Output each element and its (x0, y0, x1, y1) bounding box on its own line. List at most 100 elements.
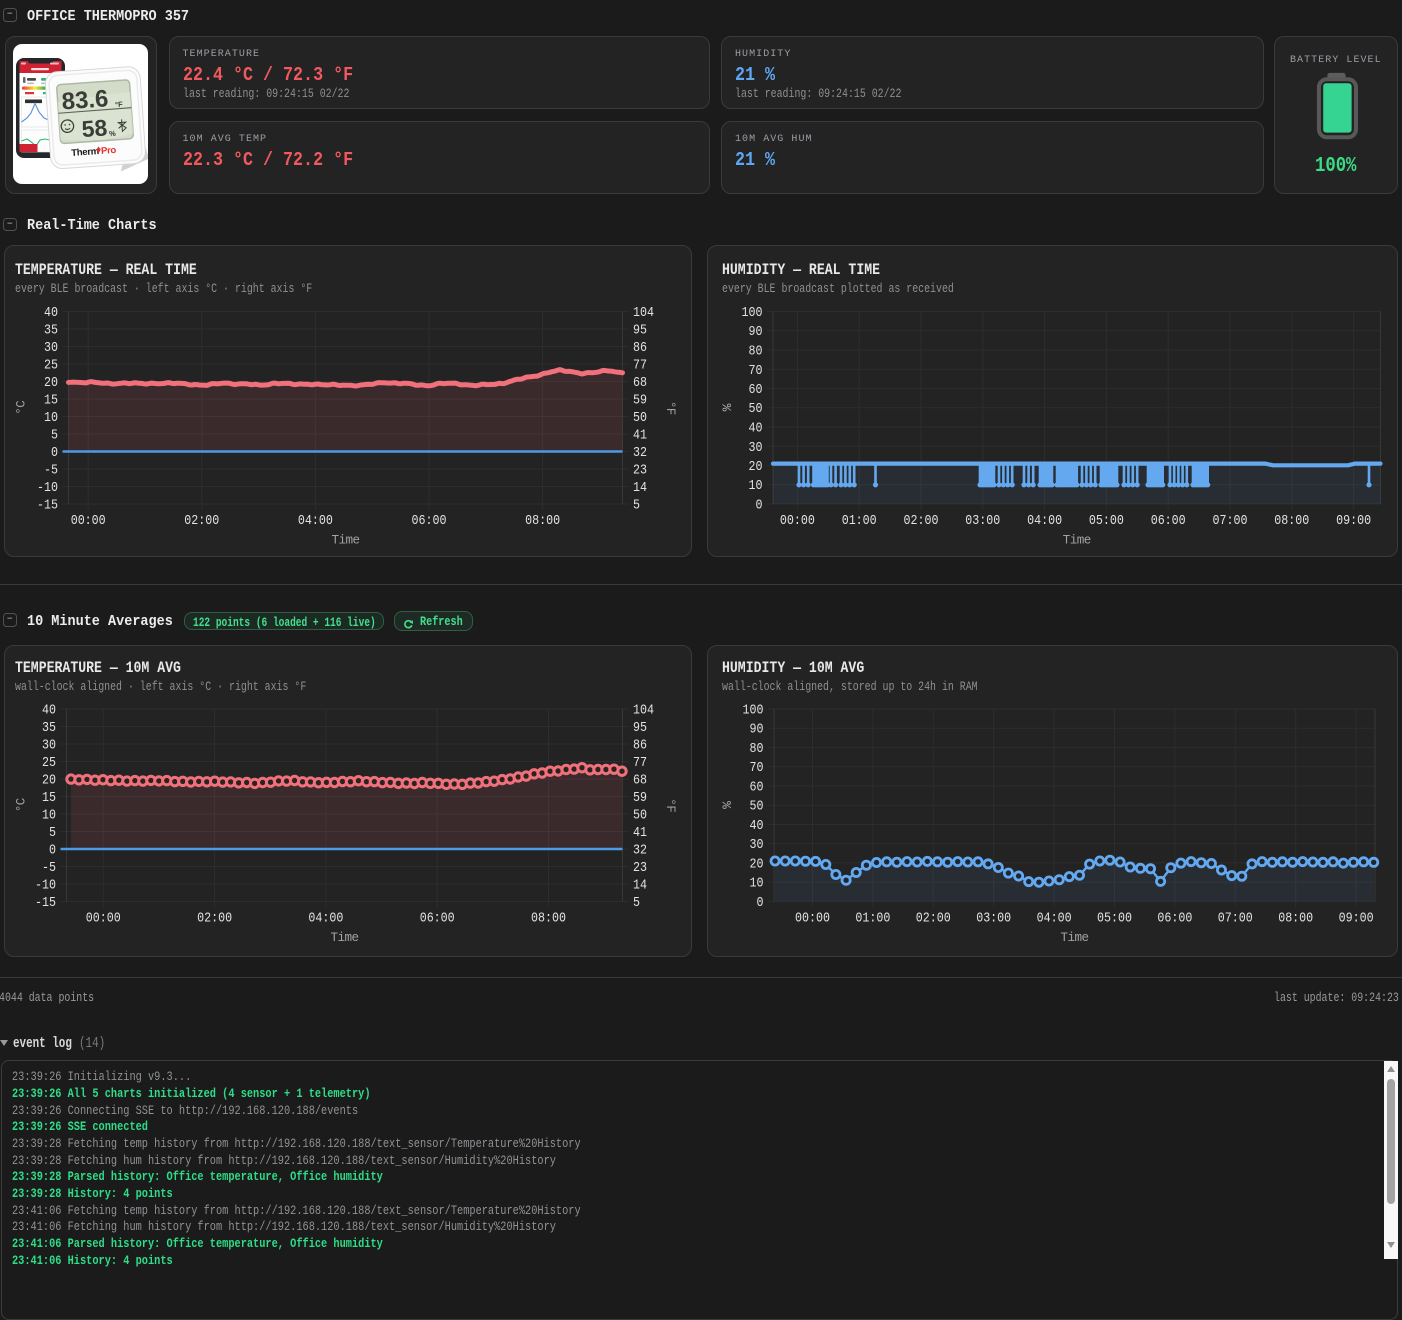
svg-text:06:00: 06:00 (1157, 911, 1192, 926)
svg-text:09:00: 09:00 (1339, 911, 1374, 926)
svg-text:°F: °F (663, 798, 677, 812)
svg-text:95: 95 (633, 324, 647, 339)
svg-text:58: 58 (81, 114, 109, 142)
svg-text:20: 20 (44, 376, 58, 391)
svg-text:Therm: Therm (71, 146, 99, 159)
svg-text:23: 23 (633, 861, 647, 876)
svg-text:-10: -10 (35, 879, 56, 894)
svg-text:15: 15 (42, 791, 56, 806)
svg-text:04:00: 04:00 (1037, 911, 1072, 926)
svg-text:07:00: 07:00 (1218, 911, 1253, 926)
svg-text:0: 0 (51, 446, 58, 461)
svg-text:5: 5 (49, 826, 56, 841)
svg-text:80: 80 (750, 742, 764, 757)
svg-text:06:00: 06:00 (412, 514, 447, 529)
svg-text:°F: °F (663, 401, 677, 415)
svg-text:50: 50 (749, 402, 763, 417)
svg-text:5: 5 (633, 499, 640, 514)
svg-text:77: 77 (633, 756, 647, 771)
svg-text:20: 20 (749, 460, 763, 475)
svg-text:04:00: 04:00 (1027, 514, 1062, 529)
svg-text:90: 90 (750, 723, 764, 738)
svg-text:35: 35 (44, 324, 58, 339)
svg-text:86: 86 (633, 341, 647, 356)
svg-text:40: 40 (749, 422, 763, 437)
svg-text:95: 95 (633, 721, 647, 736)
svg-text:104: 104 (633, 306, 654, 321)
svg-text:02:00: 02:00 (184, 514, 219, 529)
svg-text:02:00: 02:00 (197, 912, 232, 927)
svg-text:08:00: 08:00 (1274, 514, 1309, 529)
svg-text:04:00: 04:00 (298, 514, 333, 529)
svg-text:08:00: 08:00 (531, 912, 566, 927)
svg-text:00:00: 00:00 (780, 514, 815, 529)
svg-text:02:00: 02:00 (916, 911, 951, 926)
svg-text:-10: -10 (37, 481, 58, 496)
svg-text:60: 60 (750, 781, 764, 796)
svg-text:50: 50 (633, 809, 647, 824)
svg-text:03:00: 03:00 (965, 514, 1000, 529)
svg-text:0: 0 (757, 896, 764, 911)
svg-text:25: 25 (44, 359, 58, 374)
svg-text:Time: Time (1061, 931, 1089, 945)
svg-text:00:00: 00:00 (795, 911, 830, 926)
svg-text:14: 14 (633, 879, 647, 894)
svg-text:30: 30 (44, 341, 58, 356)
svg-text:40: 40 (44, 306, 58, 321)
svg-text:08:00: 08:00 (525, 514, 560, 529)
svg-text:Time: Time (331, 931, 359, 945)
svg-text:02:00: 02:00 (904, 514, 939, 529)
svg-text:-5: -5 (42, 861, 56, 876)
svg-text:05:00: 05:00 (1097, 911, 1132, 926)
svg-text:°F: °F (115, 100, 124, 110)
svg-text:100: 100 (743, 704, 764, 719)
svg-text:32: 32 (633, 446, 647, 461)
svg-text:07:00: 07:00 (1213, 514, 1248, 529)
svg-text:05:00: 05:00 (1089, 514, 1124, 529)
svg-text:08:00: 08:00 (1278, 911, 1313, 926)
svg-text:Time: Time (332, 534, 360, 548)
svg-text:Time: Time (1063, 534, 1091, 548)
svg-text:-5: -5 (44, 464, 58, 479)
svg-text:90: 90 (749, 325, 763, 340)
svg-text:10: 10 (44, 411, 58, 426)
svg-text:10: 10 (42, 809, 56, 824)
svg-text:14: 14 (633, 481, 647, 496)
svg-text:23: 23 (633, 464, 647, 479)
svg-text:06:00: 06:00 (1151, 514, 1186, 529)
svg-text:00:00: 00:00 (86, 912, 121, 927)
svg-text:03:00: 03:00 (976, 911, 1011, 926)
svg-text:01:00: 01:00 (842, 514, 877, 529)
svg-text:104: 104 (633, 704, 654, 719)
svg-text:0: 0 (756, 499, 763, 514)
svg-text:59: 59 (633, 394, 647, 409)
svg-text:40: 40 (750, 819, 764, 834)
svg-text:0: 0 (49, 844, 56, 859)
svg-text:35: 35 (42, 721, 56, 736)
svg-text:09:00: 09:00 (1336, 514, 1371, 529)
svg-text:68: 68 (633, 376, 647, 391)
svg-text:41: 41 (633, 826, 647, 841)
svg-text:06:00: 06:00 (420, 912, 455, 927)
svg-text:41: 41 (633, 429, 647, 444)
svg-text:32: 32 (633, 844, 647, 859)
svg-text:5: 5 (51, 429, 58, 444)
svg-text:04:00: 04:00 (308, 912, 343, 927)
svg-text:Pro: Pro (101, 145, 117, 157)
svg-text:70: 70 (750, 761, 764, 776)
svg-text:68: 68 (633, 774, 647, 789)
svg-text:25: 25 (42, 756, 56, 771)
svg-text:30: 30 (750, 838, 764, 853)
svg-text:70: 70 (749, 364, 763, 379)
svg-text:80: 80 (749, 345, 763, 360)
svg-text:86: 86 (633, 739, 647, 754)
svg-text:50: 50 (633, 411, 647, 426)
svg-text:40: 40 (42, 704, 56, 719)
svg-text:00:00: 00:00 (71, 514, 106, 529)
svg-text:%: % (109, 129, 117, 138)
svg-text:77: 77 (633, 359, 647, 374)
svg-text:100: 100 (742, 306, 763, 321)
svg-text:10: 10 (750, 877, 764, 892)
svg-text:01:00: 01:00 (855, 911, 890, 926)
svg-text:50: 50 (750, 800, 764, 815)
